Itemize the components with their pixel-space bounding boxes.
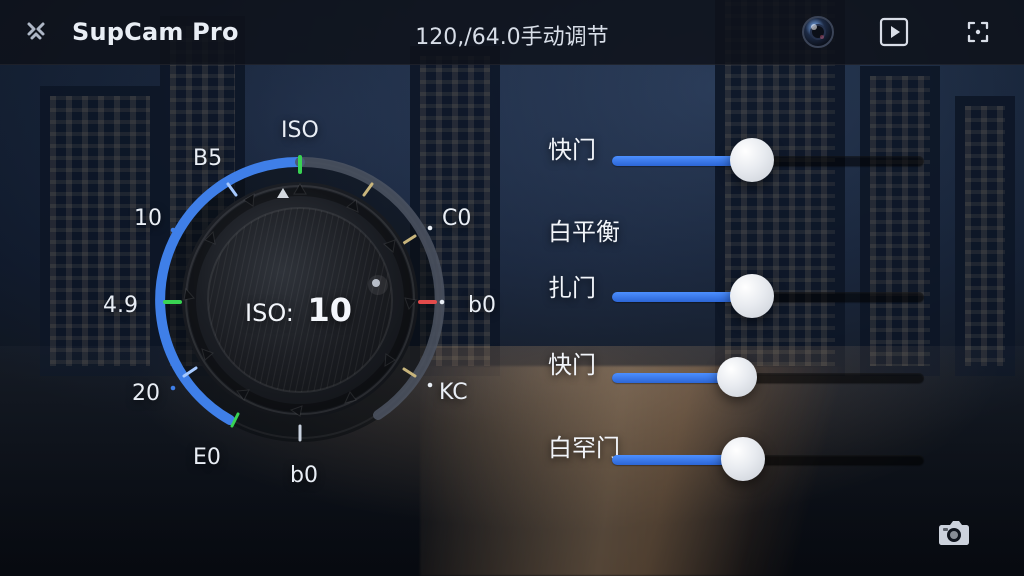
slider-thumb[interactable] <box>730 138 775 182</box>
background-building <box>40 86 160 376</box>
top-bar: SupCam Pro 120,/64.0手动调节 <box>0 0 1024 65</box>
dial-label-right-lower: KC <box>439 380 468 405</box>
dial-label-left-lower: 20 <box>132 381 160 406</box>
lens-icon <box>801 15 835 49</box>
slider-thumb[interactable] <box>721 437 766 481</box>
iso-readout-label: ISO: <box>245 299 294 327</box>
shutter-slider-2[interactable] <box>612 274 924 318</box>
control-label-shutter-1: 快门 <box>548 136 596 164</box>
shutter-slider-4[interactable] <box>612 437 924 481</box>
focus-grid-icon <box>963 17 993 47</box>
iso-readout: ISO: 10 <box>245 291 352 329</box>
play-icon <box>878 16 910 48</box>
dial-label-left-upper: 10 <box>134 206 162 231</box>
camera-icon <box>934 516 974 554</box>
dial-label-left: 4.9 <box>103 293 138 318</box>
dial-label-top: ISO <box>281 118 319 143</box>
slider-thumb[interactable] <box>730 274 775 318</box>
control-label-shutter-4: 白罕门 <box>548 434 620 462</box>
focus-grid-button[interactable] <box>958 12 998 52</box>
dial-label-bottom: b0 <box>290 463 318 488</box>
control-label-shutter-2: 扎门 <box>548 274 596 302</box>
dial-label-right: b0 <box>468 293 496 318</box>
lens-button[interactable] <box>798 12 838 52</box>
dial-label-bottom-left: E0 <box>193 445 221 470</box>
shutter-slider-1[interactable] <box>612 138 924 182</box>
camera-button[interactable] <box>934 518 974 552</box>
background-building <box>860 66 940 376</box>
background-light-trails <box>420 366 980 576</box>
shutter-slider-3[interactable] <box>612 357 924 397</box>
background-building <box>955 96 1015 376</box>
dial-label-right-upper: C0 <box>442 206 472 231</box>
iso-readout-value: 10 <box>307 291 353 329</box>
control-label-white-balance: 白平衡 <box>548 218 620 246</box>
play-button[interactable] <box>874 12 914 52</box>
slider-thumb[interactable] <box>716 357 757 397</box>
status-text: 120,/64.0手动调节 <box>415 25 609 50</box>
dial-label-top-left: B5 <box>193 146 223 171</box>
control-label-shutter-3: 快门 <box>548 351 596 379</box>
